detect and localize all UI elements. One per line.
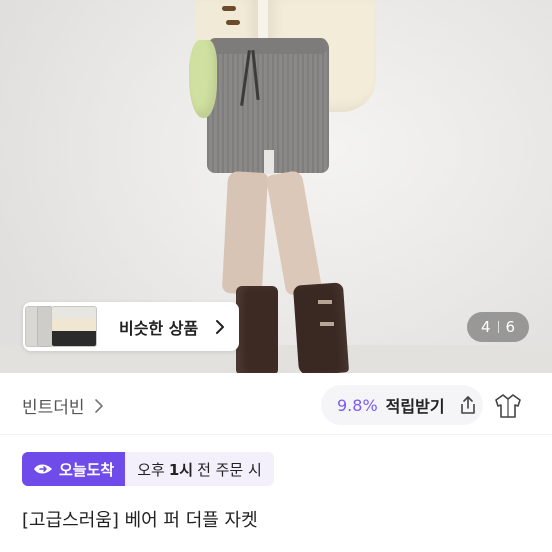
points-pill: 9.8% 적립받기 xyxy=(321,385,483,425)
share-icon[interactable] xyxy=(457,394,479,416)
today-arrival-badge: 오늘도착 xyxy=(22,452,126,486)
image-counter-current: 4 xyxy=(480,318,491,336)
image-counter-total: 6 xyxy=(505,318,516,336)
delivery-badge: 오늘도착 오후 1시 전 주문 시 xyxy=(22,452,274,486)
image-counter-divider xyxy=(497,321,499,333)
order-cutoff: 오후 1시 전 주문 시 xyxy=(125,452,274,486)
image-counter: 4 6 xyxy=(467,312,529,342)
shop-name: 빈트더빈 xyxy=(22,398,85,418)
photo-boot-buckle xyxy=(318,300,332,304)
order-cutoff-prefix: 오후 xyxy=(137,460,165,479)
chevron-right-icon xyxy=(94,398,103,413)
photo-toggle-button xyxy=(226,20,240,25)
photo-boot xyxy=(292,282,350,373)
delivery-arrow-icon xyxy=(34,464,52,474)
order-cutoff-suffix: 전 주문 시 xyxy=(197,460,262,479)
similar-thumbnail xyxy=(51,306,97,347)
shop-link[interactable]: 빈트더빈 xyxy=(22,393,107,418)
photo-boot-buckle xyxy=(320,322,334,326)
shop-row: 빈트더빈 9.8% 적립받기 xyxy=(0,373,552,435)
points-receive-button[interactable]: 적립받기 xyxy=(386,393,445,417)
similar-products-thumbnails xyxy=(25,304,105,349)
similar-products-label: 비슷한 상품 xyxy=(119,318,199,338)
points-rate: 9.8% xyxy=(337,395,378,415)
product-image[interactable]: 비슷한 상품 4 6 xyxy=(0,0,552,373)
photo-shorts-gap xyxy=(264,150,274,174)
photo-leg xyxy=(221,171,269,295)
product-title: [고급스러움] 베어 퍼 더플 자켓 xyxy=(22,510,258,531)
try-on-jacket-icon[interactable] xyxy=(492,392,524,420)
photo-bag xyxy=(189,40,217,118)
today-arrival-label: 오늘도착 xyxy=(59,460,115,479)
photo-shorts-waist xyxy=(209,38,327,54)
photo-toggle-button xyxy=(222,6,236,11)
order-cutoff-time: 1시 xyxy=(168,460,194,479)
photo-boot xyxy=(236,286,278,373)
similar-products-button[interactable]: 비슷한 상품 xyxy=(23,302,239,351)
chevron-right-icon xyxy=(216,319,225,334)
